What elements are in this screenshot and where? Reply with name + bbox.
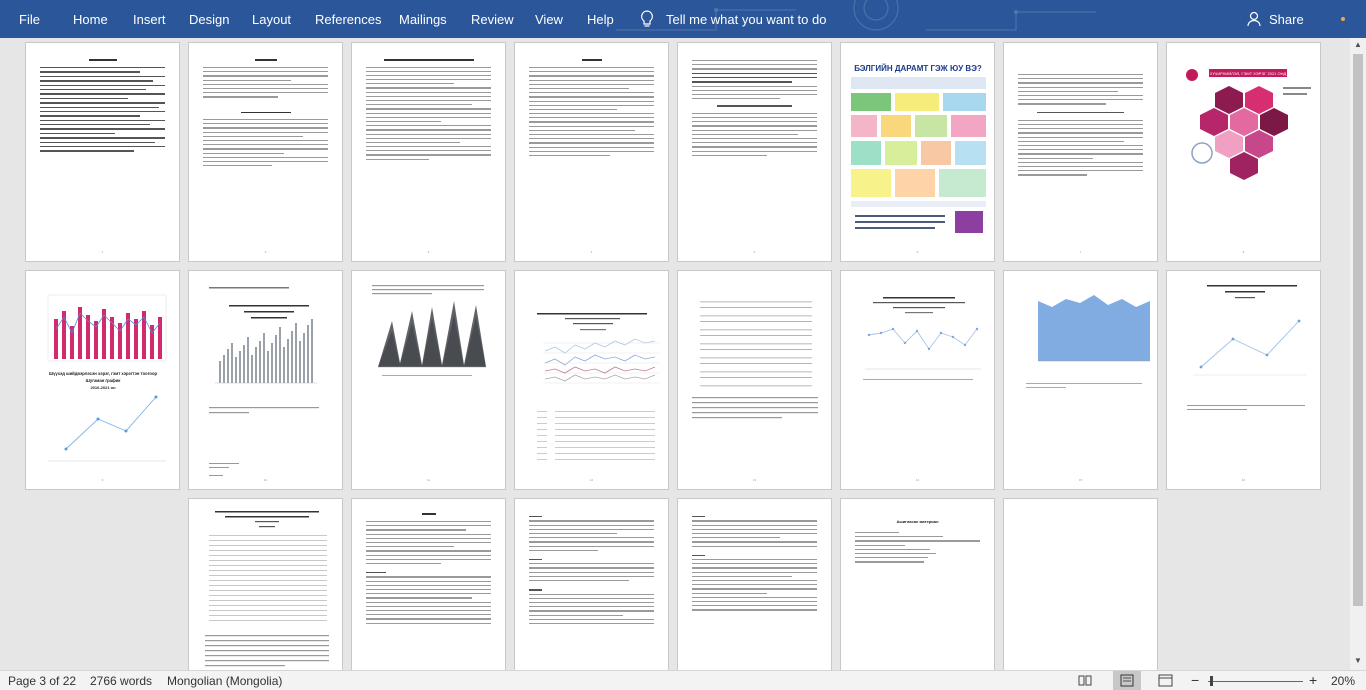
zoom-slider-track[interactable] — [1208, 681, 1303, 682]
area-chart — [372, 285, 486, 376]
page-thumbnail-4[interactable]: 4 — [514, 42, 669, 262]
lightbulb-icon — [641, 10, 653, 27]
vertical-scrollbar[interactable]: ▲ ▼ — [1350, 38, 1366, 670]
ribbon: File Home Insert Design Layout Reference… — [0, 0, 1366, 38]
tab-home[interactable]: Home — [73, 0, 108, 38]
page-thumbnail-7[interactable]: 7 — [1003, 42, 1158, 262]
data-table — [205, 511, 329, 667]
scrollbar-thumb[interactable] — [1353, 54, 1363, 606]
page-thumbnail-9[interactable]: Шүүхэд шийдвэрлэсэн хэрэг, гэмт хэрэгтэн… — [25, 270, 180, 490]
tab-view[interactable]: View — [535, 0, 563, 38]
multi-line-chart — [537, 313, 659, 460]
page-thumbnail-12[interactable]: 12 — [514, 270, 669, 490]
tab-design[interactable]: Design — [189, 0, 229, 38]
line-chart — [863, 297, 981, 380]
person-icon — [1247, 11, 1261, 27]
page-thumbnail-14[interactable]: 14 — [840, 270, 995, 490]
tab-review[interactable]: Review — [471, 0, 514, 38]
tab-file[interactable]: File — [19, 0, 40, 38]
page-thumbnail-21[interactable]: Ашигласан материал — [840, 498, 995, 670]
tab-references[interactable]: References — [315, 0, 381, 38]
tab-layout[interactable]: Layout — [252, 0, 291, 38]
page-thumbnail-8[interactable]: ХҮЧИРХИЙЛЭЛ, ГЭМТ ХЭРЭГ 2021 ОНД 8 — [1166, 42, 1321, 262]
web-layout-icon[interactable] — [1158, 674, 1173, 687]
tell-me-label: Tell me what you want to do — [666, 11, 827, 27]
bar-line-chart: Шүүхэд шийдвэрлэсэн хэрэг, гэмт хэрэгтэн… — [47, 294, 167, 462]
document-area[interactable]: 1 2 3 4 5 БЭЛГИЙН ДАРАМТ ГЭЖ ЮУ ВЭ? 6 7 … — [0, 38, 1350, 670]
page-thumbnail-22[interactable] — [1003, 498, 1158, 670]
infographic-title: БЭЛГИЙН ДАРАМТ ГЭЖ ЮУ ВЭ? — [854, 64, 982, 73]
dot-table — [692, 301, 818, 419]
notification-dot — [1341, 17, 1345, 21]
page-thumbnail-13[interactable]: 13 — [677, 270, 832, 490]
zoom-slider-thumb[interactable] — [1210, 676, 1213, 686]
tell-me-search[interactable]: Tell me what you want to do — [640, 0, 826, 38]
page-thumbnail-3[interactable]: 3 — [351, 42, 506, 262]
infographic-banner: ХҮЧИРХИЙЛЭЛ, ГЭМТ ХЭРЭГ 2021 ОНД — [1210, 71, 1287, 76]
references-title: Ашигласан материал — [896, 519, 939, 524]
chart-title: Шүүхэд шийдвэрлэсэн хэрэг, гэмт хэрэгтэн… — [49, 371, 158, 376]
print-layout-icon[interactable] — [1113, 671, 1141, 690]
page-thumbnail-2[interactable]: 2 — [188, 42, 343, 262]
page-thumbnail-5[interactable]: 5 — [677, 42, 832, 262]
column-chart — [209, 287, 319, 476]
language-indicator[interactable]: Mongolian (Mongolia) — [167, 674, 282, 688]
page-counter[interactable]: Page 3 of 22 — [8, 674, 76, 688]
page-thumbnail-10[interactable]: 10 — [188, 270, 343, 490]
tab-help[interactable]: Help — [587, 0, 614, 38]
tab-insert[interactable]: Insert — [133, 0, 166, 38]
scroll-up-arrow-icon[interactable]: ▲ — [1354, 40, 1362, 49]
chart-subtitle: Шугаман график — [86, 378, 122, 383]
page-thumbnail-20[interactable] — [677, 498, 832, 670]
crime-infographic: ХҮЧИРХИЙЛЭЛ, ГЭМТ ХЭРЭГ 2021 ОНД — [1186, 69, 1311, 180]
scroll-down-arrow-icon[interactable]: ▼ — [1354, 656, 1362, 665]
tab-mailings[interactable]: Mailings — [399, 0, 447, 38]
share-label: Share — [1269, 11, 1304, 27]
share-button[interactable]: Share — [1247, 0, 1304, 38]
status-bar: Page 3 of 22 2766 words Mongolian (Mongo… — [0, 670, 1366, 690]
page-thumbnail-15[interactable]: 15 — [1003, 270, 1158, 490]
zoom-level[interactable]: 20% — [1331, 674, 1355, 688]
page-thumbnail-19[interactable] — [514, 498, 669, 670]
page-thumbnail-11[interactable]: 11 — [351, 270, 506, 490]
word-count[interactable]: 2766 words — [90, 674, 152, 688]
zoom-in-button[interactable]: + — [1309, 672, 1317, 688]
zoom-out-button[interactable]: − — [1191, 672, 1199, 688]
page-thumbnail-1[interactable]: 1 — [25, 42, 180, 262]
area-chart-blue — [1026, 295, 1150, 388]
line-chart-small — [1187, 285, 1307, 410]
page-thumbnail-18[interactable] — [351, 498, 506, 670]
page-thumbnail-17[interactable] — [188, 498, 343, 670]
read-mode-icon[interactable] — [1078, 674, 1092, 687]
chart-years: 2016-2021 он — [90, 385, 116, 390]
page-thumbnail-6[interactable]: БЭЛГИЙН ДАРАМТ ГЭЖ ЮУ ВЭ? 6 — [840, 42, 995, 262]
infographic: БЭЛГИЙН ДАРАМТ ГЭЖ ЮУ ВЭ? — [851, 64, 986, 233]
page-thumbnail-16[interactable]: 16 — [1166, 270, 1321, 490]
